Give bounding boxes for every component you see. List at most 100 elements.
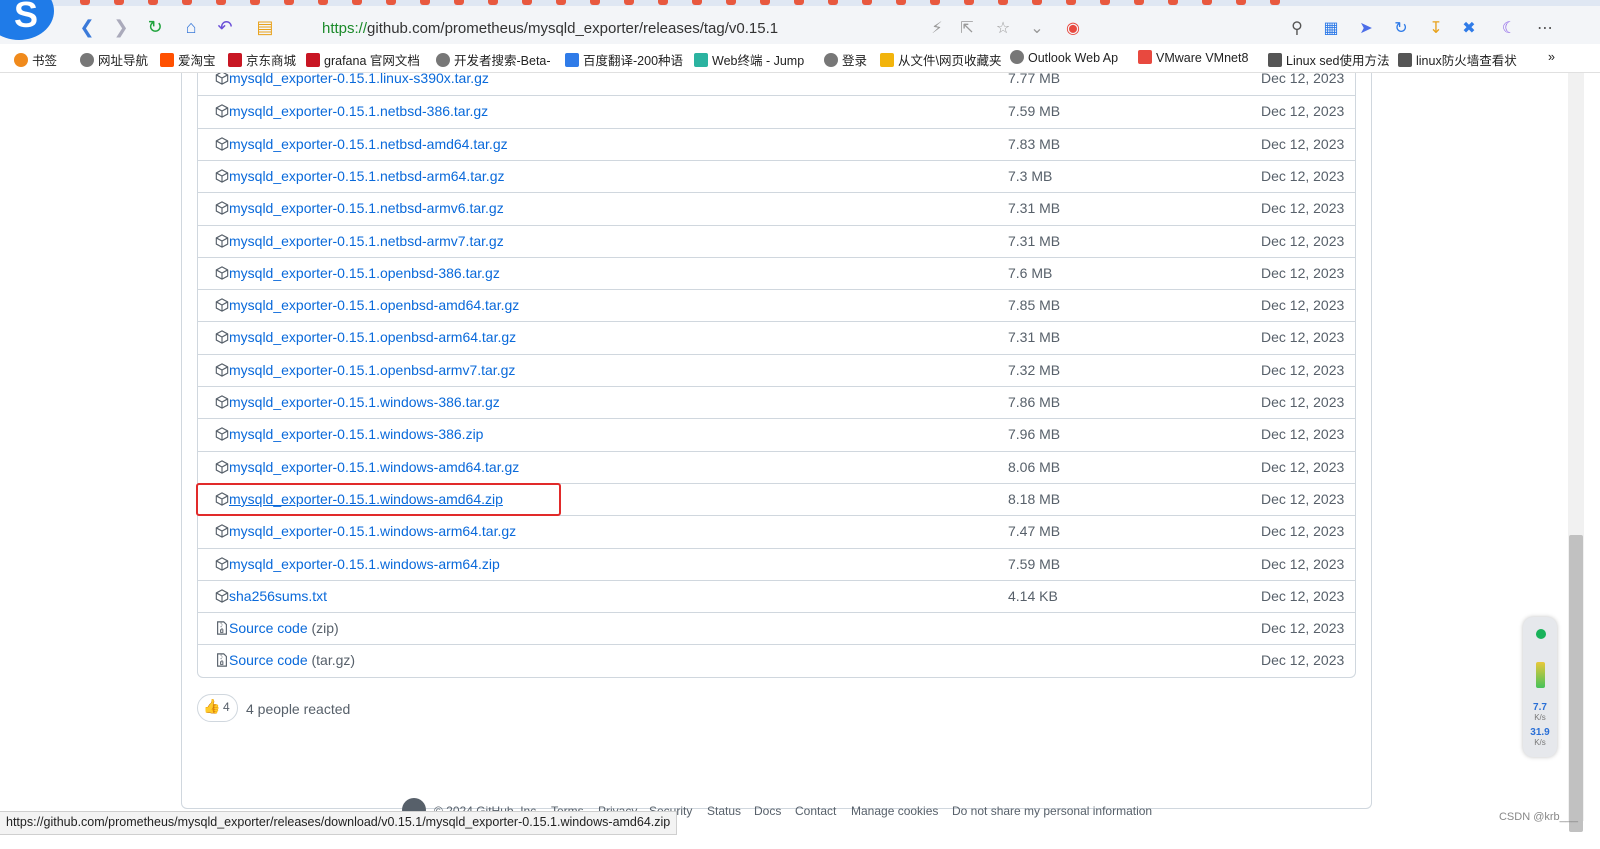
asset-link[interactable]: mysqld_exporter-0.15.1.netbsd-armv6.tar.… (229, 200, 504, 216)
reaction-button[interactable]: 👍 4 (197, 694, 238, 722)
footer-link-status[interactable]: Status (707, 804, 741, 818)
bookmark-item[interactable]: 书签 (14, 50, 57, 69)
search-engine-icon[interactable]: ◉ (1064, 20, 1082, 38)
tab-favicon-icon[interactable] (1032, 0, 1042, 5)
forward-icon[interactable]: ❯ (110, 16, 132, 38)
package-icon (215, 556, 229, 571)
bookmark-item[interactable]: Linux sed使用方法 (1268, 50, 1390, 69)
tools-icon[interactable]: ✖ (1460, 20, 1478, 38)
bookmark-item[interactable]: 开发者搜索-Beta- (436, 50, 551, 69)
asset-date: Dec 12, 2023 (1261, 135, 1345, 152)
tab-favicon-icon[interactable] (658, 0, 668, 5)
tab-favicon-icon[interactable] (624, 0, 634, 5)
tab-favicon-icon[interactable] (1066, 0, 1076, 5)
home-icon[interactable]: ⌂ (180, 16, 202, 38)
tab-favicon-icon[interactable] (420, 0, 430, 5)
bookmark-item[interactable]: 爱淘宝 (160, 50, 216, 69)
asset-link[interactable]: mysqld_exporter-0.15.1.windows-386.zip (229, 426, 483, 442)
footer-link-docs[interactable]: Docs (754, 804, 781, 818)
tab-favicon-icon[interactable] (998, 0, 1008, 5)
tab-favicon-icon[interactable] (726, 0, 736, 5)
url-text[interactable]: https://github.com/prometheus/mysqld_exp… (322, 20, 778, 37)
bookmark-item[interactable]: 京东商城 (228, 50, 296, 69)
share-icon[interactable]: ⇱ (958, 20, 976, 38)
asset-link[interactable]: mysqld_exporter-0.15.1.windows-arm64.tar… (229, 523, 516, 539)
theme-icon[interactable]: ☾ (1500, 20, 1518, 38)
tab-favicon-icon[interactable] (1168, 0, 1178, 5)
asset-link[interactable]: mysqld_exporter-0.15.1.openbsd-arm64.tar… (229, 329, 516, 345)
tab-favicon-icon[interactable] (692, 0, 702, 5)
tab-favicon-icon[interactable] (930, 0, 940, 5)
asset-link[interactable]: mysqld_exporter-0.15.1.netbsd-arm64.tar.… (229, 168, 504, 184)
tab-favicon-icon[interactable] (522, 0, 532, 5)
star-icon[interactable]: ☆ (994, 20, 1012, 38)
tab-favicon-icon[interactable] (590, 0, 600, 5)
tab-favicon-icon[interactable] (556, 0, 566, 5)
translate-icon[interactable]: ▦ (1322, 20, 1340, 38)
undo-icon[interactable]: ↶ (214, 16, 236, 38)
tab-favicon-icon[interactable] (862, 0, 872, 5)
tab-favicon-icon[interactable] (794, 0, 804, 5)
chevron-down-icon[interactable]: ⌄ (1028, 20, 1046, 38)
bookmark-item[interactable]: Web终端 - Jump (694, 50, 804, 69)
asset-link[interactable]: sha256sums.txt (229, 588, 327, 604)
bookmark-item[interactable]: 网址导航 (80, 50, 148, 69)
tab-favicon-icon[interactable] (896, 0, 906, 5)
footer-link-manage-cookies[interactable]: Manage cookies (851, 804, 938, 818)
bookmark-item[interactable]: VMware VMnet8 (1138, 50, 1248, 65)
tab-favicon-icon[interactable] (284, 0, 294, 5)
footer-link-contact[interactable]: Contact (795, 804, 836, 818)
tab-favicon-icon[interactable] (1100, 0, 1110, 5)
network-speed-widget[interactable]: 7.7 K/s 31.9 K/s (1523, 617, 1557, 757)
sync-icon[interactable]: ↻ (1392, 20, 1410, 38)
extension-icon[interactable]: ➤ (1357, 20, 1375, 38)
asset-link[interactable]: mysqld_exporter-0.15.1.windows-arm64.zip (229, 556, 500, 572)
menu-icon[interactable]: ⋯ (1536, 20, 1554, 38)
bookmark-item[interactable]: grafana 官网文档 (306, 50, 420, 69)
tab-favicon-icon[interactable] (828, 0, 838, 5)
asset-link[interactable]: mysqld_exporter-0.15.1.openbsd-armv7.tar… (229, 362, 515, 378)
asset-link[interactable]: Source code (zip) (229, 620, 339, 636)
tab-favicon-icon[interactable] (182, 0, 192, 5)
tab-favicon-icon[interactable] (760, 0, 770, 5)
asset-link[interactable]: Source code (tar.gz) (229, 652, 355, 668)
asset-link[interactable]: mysqld_exporter-0.15.1.netbsd-amd64.tar.… (229, 136, 508, 152)
tab-favicon-icon[interactable] (386, 0, 396, 5)
bookmark-item[interactable]: linux防火墙查看状 (1398, 50, 1517, 69)
asset-link[interactable]: mysqld_exporter-0.15.1.openbsd-386.tar.g… (229, 265, 500, 281)
footer-link-do-not-share[interactable]: Do not share my personal information (952, 804, 1152, 818)
asset-link[interactable]: mysqld_exporter-0.15.1.windows-386.tar.g… (229, 394, 500, 410)
bookmarks-more-button[interactable]: » (1548, 50, 1555, 64)
reader-icon[interactable]: ▤ (254, 16, 276, 38)
address-bar[interactable]: https://github.com/prometheus/mysqld_exp… (300, 16, 1330, 42)
bookmark-item[interactable]: Outlook Web Ap (1010, 50, 1118, 65)
tab-favicon-icon[interactable] (80, 0, 90, 5)
asset-link[interactable]: mysqld_exporter-0.15.1.openbsd-amd64.tar… (229, 297, 519, 313)
back-icon[interactable]: ❮ (76, 16, 98, 38)
tab-favicon-icon[interactable] (1202, 0, 1212, 5)
scrollbar-thumb[interactable] (1569, 535, 1583, 832)
asset-link[interactable]: mysqld_exporter-0.15.1.linux-s390x.tar.g… (229, 73, 489, 86)
tab-favicon-icon[interactable] (318, 0, 328, 5)
tab-favicon-icon[interactable] (148, 0, 158, 5)
asset-link[interactable]: mysqld_exporter-0.15.1.windows-amd64.tar… (229, 459, 519, 475)
tab-favicon-icon[interactable] (1270, 0, 1280, 5)
asset-link[interactable]: mysqld_exporter-0.15.1.netbsd-armv7.tar.… (229, 233, 504, 249)
lightning-icon[interactable]: ⚡ (928, 20, 946, 38)
tab-favicon-icon[interactable] (114, 0, 124, 5)
tab-favicon-icon[interactable] (964, 0, 974, 5)
search-icon[interactable]: ⚲ (1288, 20, 1306, 38)
tab-favicon-icon[interactable] (216, 0, 226, 5)
download-icon[interactable]: ↧ (1427, 20, 1445, 38)
tab-favicon-icon[interactable] (454, 0, 464, 5)
tab-favicon-icon[interactable] (488, 0, 498, 5)
tab-favicon-icon[interactable] (1236, 0, 1246, 5)
reload-icon[interactable]: ↻ (144, 16, 166, 38)
tab-favicon-icon[interactable] (352, 0, 362, 5)
tab-favicon-icon[interactable] (1134, 0, 1144, 5)
bookmark-item[interactable]: 从文件\网页收藏夹 (880, 50, 1001, 69)
tab-favicon-icon[interactable] (250, 0, 260, 5)
bookmark-item[interactable]: 百度翻译-200种语 (565, 50, 683, 69)
bookmark-item[interactable]: 登录 (824, 50, 867, 69)
asset-link[interactable]: mysqld_exporter-0.15.1.netbsd-386.tar.gz (229, 103, 488, 119)
